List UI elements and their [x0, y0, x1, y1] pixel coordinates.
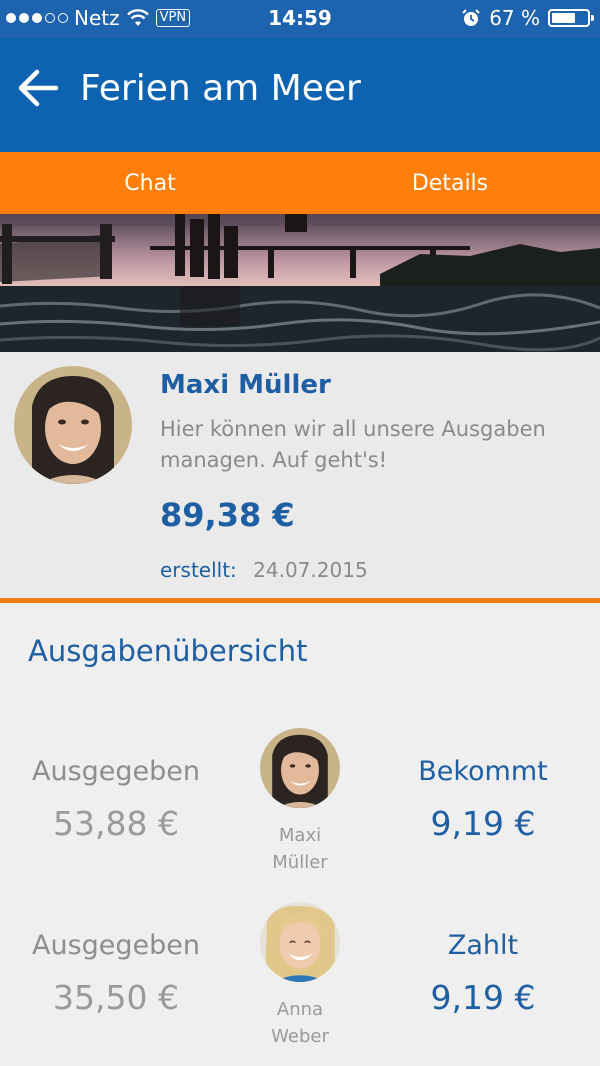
creator-name: Maxi Müller — [160, 370, 331, 400]
tab-bar: Chat Details — [0, 152, 600, 214]
person-name: Anna Weber — [240, 996, 360, 1050]
last-name: Müller — [272, 852, 328, 873]
group-description: Hier können wir all unsere Ausgaben mana… — [160, 417, 546, 472]
balance-value: 9,19 € — [430, 804, 536, 843]
first-name: Anna — [276, 999, 324, 1020]
created-info: erstellt: 24.07.2015 — [160, 558, 368, 582]
tab-details[interactable]: Details — [300, 152, 600, 214]
created-label: erstellt: — [160, 558, 237, 582]
first-name: Maxi — [278, 825, 322, 846]
spent-label: Ausgegeben — [31, 930, 200, 961]
avatar — [260, 728, 340, 808]
section-title: Ausgabenübersicht — [28, 634, 308, 668]
battery-fill — [552, 13, 575, 23]
balance-label: Zahlt — [447, 930, 519, 961]
list-item[interactable]: Ausgegeben 35,50 € Anna Weber Zahlt 9,19… — [0, 902, 600, 1052]
header-image — [0, 214, 600, 352]
last-name: Weber — [271, 1026, 329, 1047]
avatar — [14, 366, 132, 484]
section-divider — [0, 598, 600, 603]
total-amount: 89,38 € — [160, 496, 295, 534]
alarm-icon — [462, 9, 480, 26]
battery-icon — [548, 9, 594, 27]
spent-value: 53,88 € — [53, 804, 179, 843]
created-date: 24.07.2015 — [253, 558, 368, 582]
page-title: Ferien am Meer — [80, 68, 361, 109]
arrow-left-icon[interactable] — [16, 66, 60, 110]
balance-value: 9,19 € — [430, 978, 536, 1017]
list-item[interactable]: Ausgegeben 53,88 € Maxi Müller Bekommt 9… — [0, 728, 600, 878]
spent-label: Ausgegeben — [31, 756, 200, 787]
status-bar: Netz VPN 14:59 67 % — [0, 0, 600, 38]
tab-chat[interactable]: Chat — [0, 152, 300, 214]
balance-label: Bekommt — [418, 756, 548, 787]
group-info-card: Maxi Müller Hier können wir all unsere A… — [0, 352, 600, 598]
battery-percent: 67 % — [489, 6, 540, 30]
app-bar: Ferien am Meer — [0, 38, 600, 152]
status-right: 67 % — [461, 6, 594, 30]
avatar — [260, 902, 340, 982]
spent-value: 35,50 € — [53, 978, 179, 1017]
person-name: Maxi Müller — [240, 822, 360, 876]
